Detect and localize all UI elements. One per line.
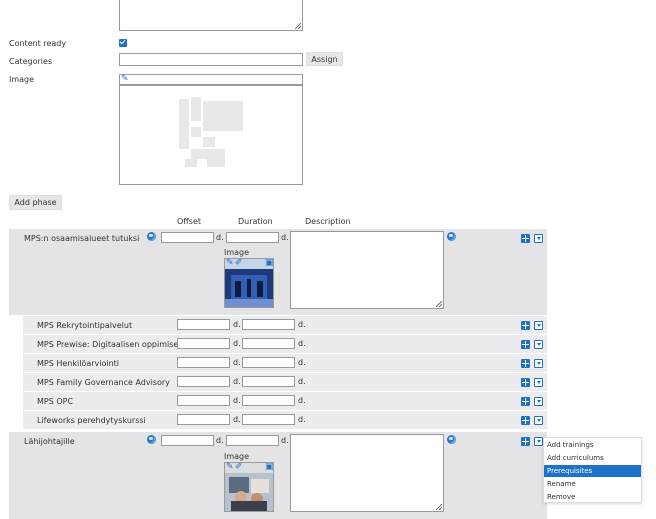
file-icon[interactable]: ▣ xyxy=(265,463,274,472)
image-label: Image xyxy=(9,75,35,84)
duration-input[interactable] xyxy=(226,232,279,243)
dropdown-icon[interactable] xyxy=(534,397,543,406)
duration-unit: d. xyxy=(298,415,306,424)
resize-grip-icon[interactable] xyxy=(295,23,301,29)
offset-unit: d. xyxy=(216,233,224,242)
content-ready-checkbox[interactable] xyxy=(119,39,127,47)
item-name: Lifeworks perehdytyskurssi xyxy=(37,416,146,425)
dropdown-icon[interactable] xyxy=(534,378,543,387)
item-name: MPS OPC xyxy=(37,397,74,406)
edit-icon[interactable]: ✎ xyxy=(121,75,130,84)
duration-unit: d. xyxy=(281,436,289,445)
menu-item-remove[interactable]: Remove xyxy=(544,491,641,503)
description-textarea[interactable] xyxy=(290,231,444,309)
duration-unit: d. xyxy=(281,233,289,242)
column-duration: Duration xyxy=(238,217,273,226)
edit-icon[interactable]: ✎ xyxy=(226,259,235,268)
phase-image-label: Image xyxy=(224,248,250,257)
image-toolbar: ✎ xyxy=(119,74,303,85)
phase-name: Lähijohtajille xyxy=(24,437,75,446)
globe-icon[interactable] xyxy=(147,435,156,444)
offset-input[interactable] xyxy=(177,338,230,349)
move-icon[interactable] xyxy=(521,234,530,243)
phase-photo xyxy=(225,473,273,511)
duration-unit: d. xyxy=(298,396,306,405)
globe-icon[interactable] xyxy=(147,232,156,241)
phase-name: MPS:n osaamisalueet tutuksi xyxy=(24,234,140,243)
top-textarea[interactable] xyxy=(119,0,303,31)
duration-input[interactable] xyxy=(242,319,295,330)
dropdown-icon[interactable] xyxy=(534,416,543,425)
phase-image: ✎ ✐ ▣ xyxy=(224,462,274,512)
menu-item-prerequisites[interactable]: Prerequisites xyxy=(544,465,641,477)
duration-input[interactable] xyxy=(226,435,279,446)
move-icon[interactable] xyxy=(521,416,530,425)
item-name: MPS Henkilöarviointi xyxy=(37,359,120,368)
duration-input[interactable] xyxy=(242,414,295,425)
globe-icon[interactable] xyxy=(447,232,456,241)
placeholder-image-icon xyxy=(179,97,243,167)
offset-input[interactable] xyxy=(161,232,214,243)
duration-input[interactable] xyxy=(242,376,295,387)
offset-unit: d. xyxy=(233,396,241,405)
resize-grip-icon[interactable] xyxy=(436,301,442,307)
dropdown-icon[interactable] xyxy=(534,321,543,330)
dropdown-icon[interactable] xyxy=(534,340,543,349)
duration-unit: d. xyxy=(298,377,306,386)
offset-unit: d. xyxy=(233,377,241,386)
categories-label: Categories xyxy=(9,57,53,66)
offset-input[interactable] xyxy=(177,395,230,406)
offset-unit: d. xyxy=(233,358,241,367)
move-icon[interactable] xyxy=(521,340,530,349)
move-icon[interactable] xyxy=(521,437,530,446)
categories-input[interactable] xyxy=(119,53,303,66)
globe-icon[interactable] xyxy=(447,435,456,444)
column-offset: Offset xyxy=(177,217,202,226)
pencil-icon[interactable]: ✐ xyxy=(235,463,244,472)
phase-image-label: Image xyxy=(224,452,250,461)
offset-input[interactable] xyxy=(177,319,230,330)
duration-input[interactable] xyxy=(242,338,295,349)
dropdown-icon[interactable] xyxy=(534,437,543,446)
description-textarea[interactable] xyxy=(290,434,444,512)
image-preview xyxy=(119,85,303,185)
resize-grip-icon[interactable] xyxy=(436,504,442,510)
file-icon[interactable]: ▣ xyxy=(265,259,274,268)
offset-unit: d. xyxy=(233,415,241,424)
item-name: MPS Prewise: Digitaalisen oppimise... xyxy=(37,340,186,349)
offset-input[interactable] xyxy=(177,376,230,387)
dropdown-icon[interactable] xyxy=(534,359,543,368)
dropdown-icon[interactable] xyxy=(534,234,543,243)
edit-icon[interactable]: ✎ xyxy=(226,463,235,472)
phase-photo xyxy=(225,269,273,307)
move-icon[interactable] xyxy=(521,378,530,387)
offset-input[interactable] xyxy=(177,414,230,425)
duration-unit: d. xyxy=(298,320,306,329)
offset-unit: d. xyxy=(233,320,241,329)
assign-button[interactable]: Assign xyxy=(306,52,343,66)
offset-unit: d. xyxy=(233,339,241,348)
duration-input[interactable] xyxy=(242,395,295,406)
move-icon[interactable] xyxy=(521,321,530,330)
move-icon[interactable] xyxy=(521,397,530,406)
offset-unit: d. xyxy=(216,436,224,445)
offset-input[interactable] xyxy=(177,357,230,368)
phase-image: ✎ ✐ ▣ xyxy=(224,258,274,308)
offset-input[interactable] xyxy=(161,435,214,446)
menu-item-add-trainings[interactable]: Add trainings xyxy=(544,439,641,451)
item-name: MPS Rekrytointipalvelut xyxy=(37,321,133,330)
duration-unit: d. xyxy=(298,358,306,367)
menu-item-rename[interactable]: Rename xyxy=(544,478,641,490)
add-phase-button[interactable]: Add phase xyxy=(9,195,62,210)
duration-unit: d. xyxy=(298,339,306,348)
duration-input[interactable] xyxy=(242,357,295,368)
move-icon[interactable] xyxy=(521,359,530,368)
context-menu: Add trainings Add curriculums Prerequisi… xyxy=(543,437,642,503)
column-description: Description xyxy=(305,217,351,226)
content-ready-label: Content ready xyxy=(9,39,67,48)
menu-item-add-curriculums[interactable]: Add curriculums xyxy=(544,452,641,464)
item-name: MPS Family Governance Advisory xyxy=(37,378,170,387)
pencil-icon[interactable]: ✐ xyxy=(235,259,244,268)
